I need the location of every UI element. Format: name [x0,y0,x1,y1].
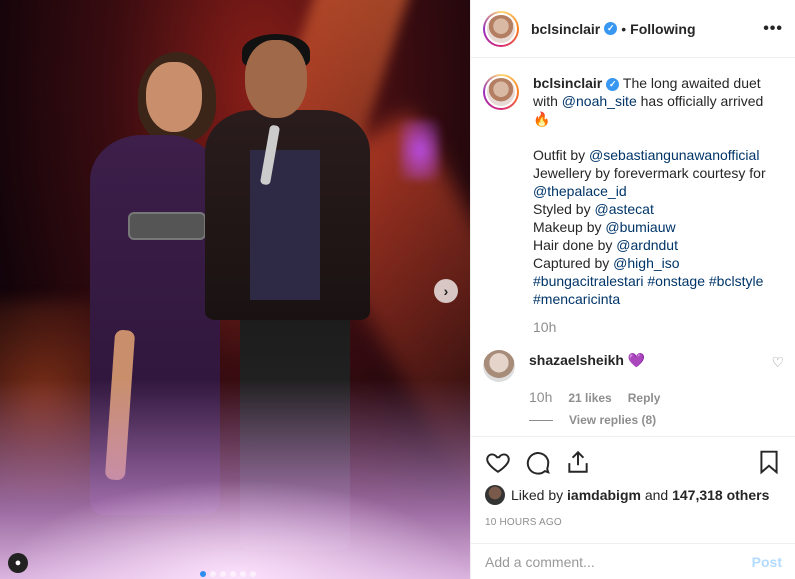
post-comment-button[interactable]: Post [752,554,782,570]
mention-link[interactable]: @noah_site [562,93,637,109]
caption-time[interactable]: 10h [533,318,784,336]
carousel-dot [220,571,226,577]
caption: bclsinclair ✓ The long awaited duet with … [483,74,784,336]
comment-avatar[interactable] [483,350,515,382]
comments-section[interactable]: bclsinclair ✓ The long awaited duet with … [471,58,795,436]
and-label: and [644,487,669,503]
caption-text: Captured by [533,255,610,271]
woman-head [146,62,202,132]
divider [529,419,553,421]
carousel-dot [230,571,236,577]
share-icon[interactable] [565,449,591,475]
caption-text: Hair done by [533,237,613,253]
post-side-panel: bclsinclair ✓ • Following ••• bclsinclai… [470,0,795,579]
comment-likes[interactable]: 21 likes [568,391,611,405]
caption-text: Jewellery by forevermark courtesy for [533,165,766,181]
carousel-dot [240,571,246,577]
woman-belt [128,212,206,240]
carousel-dot [200,571,206,577]
mention-link[interactable]: @sebastiangunawanofficial [589,147,759,163]
comment-time[interactable]: 10h [529,389,552,405]
user-icon: ● [14,557,22,569]
caption-username[interactable]: bclsinclair [533,75,602,91]
stage-light [400,120,440,180]
comment-text: 💜 [627,352,646,368]
add-comment-bar: Post [471,543,795,579]
heart-icon[interactable] [485,449,511,475]
likes-row: Liked by iamdabigm and 147,318 others [485,485,782,505]
mention-link[interactable]: @ardndut [616,237,678,253]
more-options-icon[interactable]: ••• [763,20,783,38]
reply-button[interactable]: Reply [628,391,661,405]
mention-link[interactable]: @thepalace_id [533,183,627,199]
liked-by-label: Liked by [511,487,564,503]
bookmark-icon[interactable] [756,449,782,475]
caption-line: @thepalace_id [533,182,784,200]
caption-line: Hair done by @ardndut [533,236,784,254]
fire-emoji: 🔥 [533,111,551,127]
caption-line: Makeup by @bumiauw [533,218,784,236]
stage-floor [0,479,470,579]
action-icons [485,445,782,479]
caption-text: Outfit by [533,147,586,163]
likes-count[interactable]: 147,318 others [672,487,769,503]
mention-link[interactable]: @astecat [594,201,653,217]
mention-link[interactable]: @high_iso [613,255,679,271]
caption-text: Makeup by [533,219,602,235]
separator-dot: • [621,20,627,37]
post-photo[interactable]: › ● [0,0,470,579]
man-shirt [250,150,320,300]
verified-badge-icon: ✓ [606,77,620,91]
comment-username[interactable]: shazaelsheikh [529,352,624,368]
caption-line: Styled by @astecat [533,200,784,218]
carousel-dot [210,571,216,577]
header-username[interactable]: bclsinclair [531,21,600,37]
caption-body: bclsinclair ✓ The long awaited duet with … [533,74,784,336]
verified-badge-icon: ✓ [604,22,618,35]
comment-like-heart-icon[interactable]: ♡ [771,354,784,371]
comment-body: shazaelsheikh 💜 ♡ 10h 21 likes Reply Vie… [529,350,784,427]
carousel-dot [250,571,256,577]
add-comment-input[interactable] [485,553,752,570]
carousel-next-button[interactable]: › [434,279,458,303]
man-head [245,40,307,118]
carousel-dots [200,571,256,577]
caption-line: Captured by @high_iso [533,254,784,272]
caption-line: Outfit by @sebastiangunawanofficial [533,146,784,164]
chevron-right-icon: › [443,283,449,299]
hashtags[interactable]: #bungacitralestari #onstage #bclstyle #m… [533,272,784,308]
user-tag-button[interactable]: ● [8,553,28,573]
following-button[interactable]: Following [630,21,695,37]
avatar[interactable] [483,10,519,47]
view-replies-button[interactable]: View replies (8) [529,413,784,427]
caption-avatar[interactable] [483,74,519,110]
caption-text: has officially arrived [640,93,764,109]
liked-by-user[interactable]: iamdabigm [567,487,641,503]
comment-meta: 10h 21 likes Reply [529,389,784,405]
comment-item: shazaelsheikh 💜 ♡ 10h 21 likes Reply Vie… [483,350,784,427]
comment-icon[interactable] [525,449,551,475]
mention-link[interactable]: @bumiauw [605,219,675,235]
view-replies-label: View replies (8) [569,413,657,427]
caption-line: bclsinclair ✓ The long awaited duet with … [533,74,784,110]
post-timestamp[interactable]: 10 HOURS AGO [485,517,782,528]
post-actions: Liked by iamdabigm and 147,318 others 10… [471,436,795,528]
liker-avatar[interactable] [485,485,505,505]
post-header: bclsinclair ✓ • Following ••• [471,0,795,58]
caption-text: Styled by [533,201,591,217]
caption-line: Jewellery by forevermark courtesy for [533,164,784,182]
